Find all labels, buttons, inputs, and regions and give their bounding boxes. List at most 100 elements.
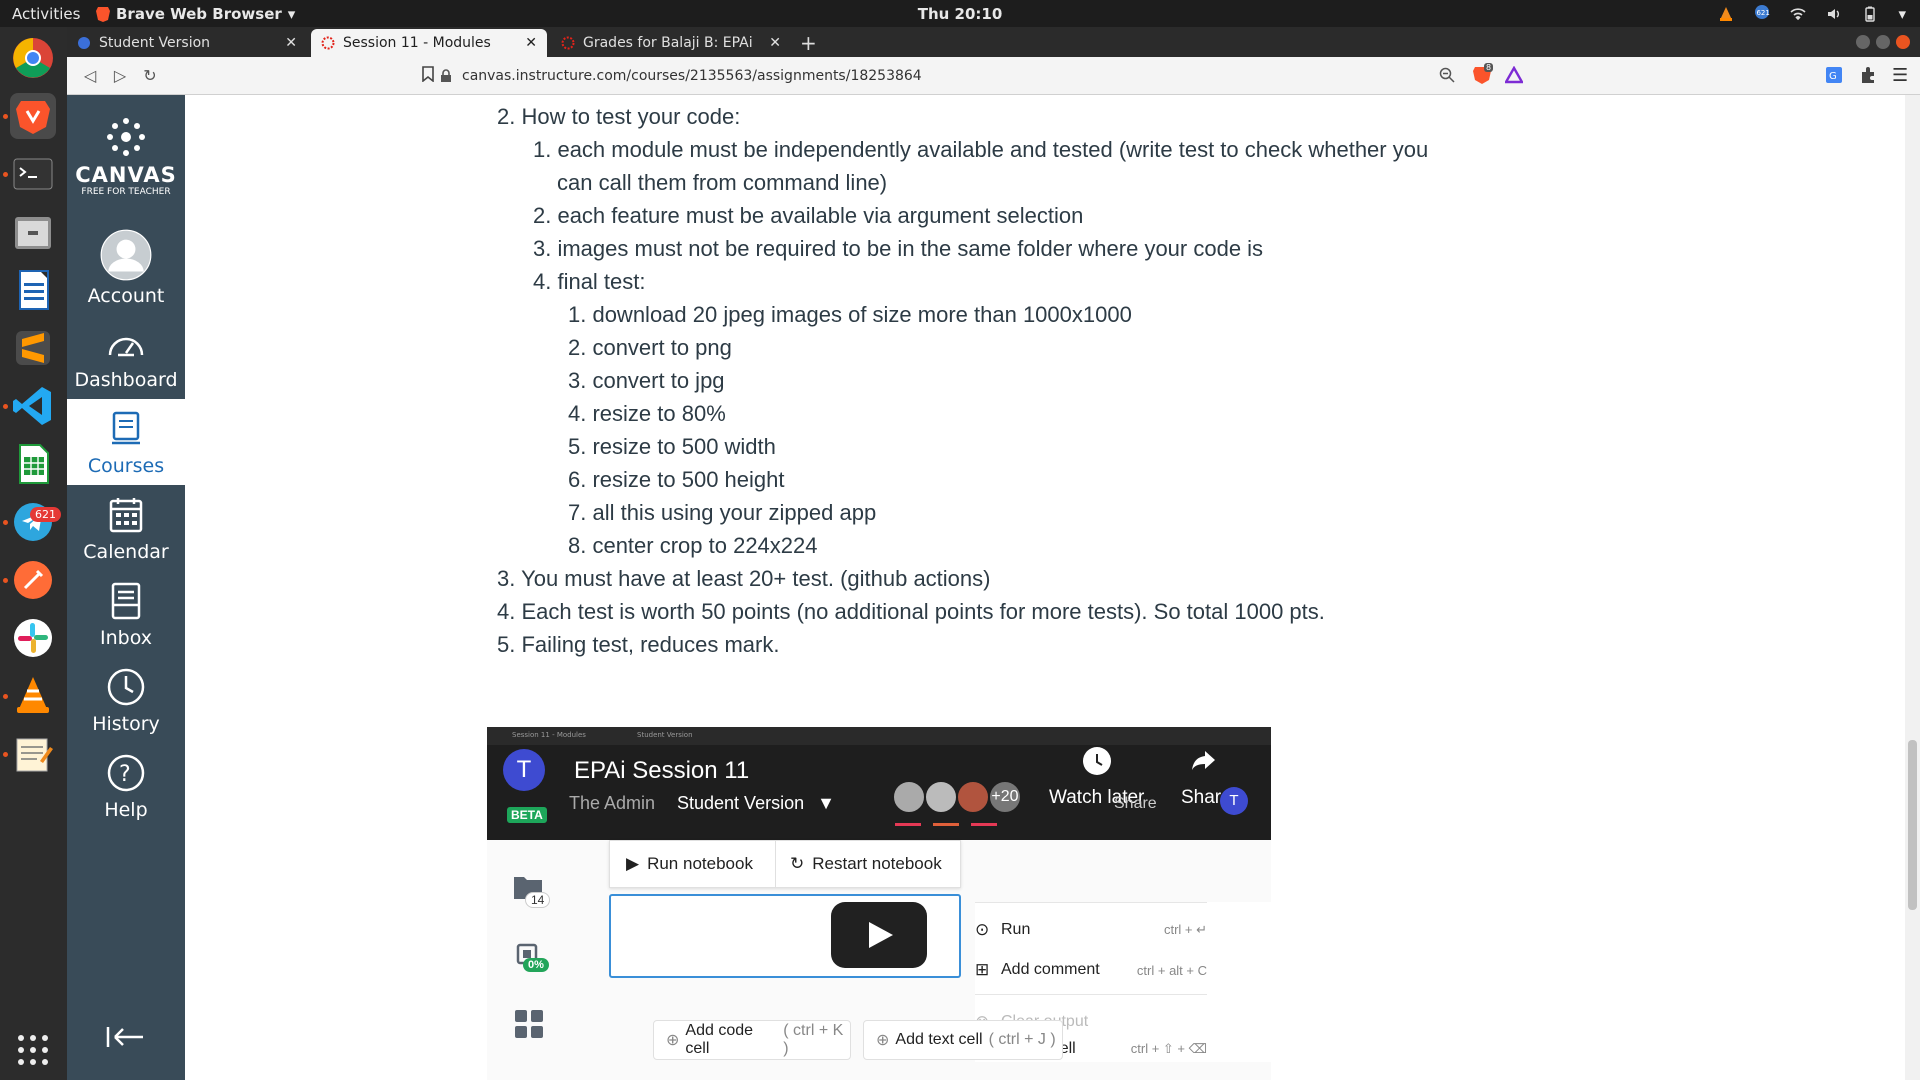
scrollbar-thumb[interactable] — [1908, 740, 1917, 910]
nav-inbox[interactable]: Inbox — [67, 571, 185, 657]
cpu-icon[interactable]: 0% — [513, 940, 549, 972]
notebook-toolbar: ▶ Run notebook ↻ Restart notebook — [609, 840, 961, 888]
mini-tab: Student Version — [637, 731, 693, 739]
nav-calendar[interactable]: Calendar — [67, 485, 185, 571]
more-collaborators: +20 — [988, 780, 1022, 814]
extensions-icon[interactable] — [1859, 66, 1877, 88]
bookmark-icon[interactable] — [422, 66, 434, 86]
add-comment-icon: ⊞ — [975, 960, 990, 979]
brave-badge-tray[interactable]: 621 — [1754, 4, 1770, 24]
tab-session-11-modules[interactable]: Session 11 - Modules ✕ — [311, 29, 547, 57]
show-applications-icon[interactable] — [10, 1027, 56, 1073]
apps-grid-icon[interactable] — [515, 1010, 543, 1042]
minimize-button[interactable] — [1856, 35, 1870, 49]
dock-running-dot — [3, 172, 8, 177]
nav-dashboard[interactable]: Dashboard — [67, 313, 185, 399]
slack-icon[interactable] — [10, 615, 56, 661]
nav-label: Courses — [87, 455, 165, 477]
reload-icon[interactable]: ↻ — [135, 66, 165, 85]
dock-running-dot — [3, 520, 8, 525]
brave-rewards-icon[interactable] — [1503, 65, 1525, 88]
text-editor-icon[interactable] — [10, 731, 56, 777]
files-icon[interactable] — [10, 209, 56, 255]
app-menu[interactable]: Brave Web Browser ▾ — [96, 5, 295, 23]
close-icon[interactable]: ✕ — [525, 35, 537, 51]
collapse-nav-icon[interactable] — [105, 1025, 145, 1053]
brave-shields-icon[interactable]: 8 — [1472, 63, 1494, 89]
vscode-icon[interactable] — [10, 383, 56, 429]
folder-icon[interactable]: 14 — [513, 874, 551, 908]
nav-label: Dashboard — [74, 369, 178, 391]
zoom-icon[interactable] — [1439, 67, 1455, 87]
close-icon[interactable]: ✕ — [285, 35, 297, 51]
nav-help[interactable]: ? Help — [67, 743, 185, 829]
canvas-logo[interactable]: CANVAS FREE FOR TEACHER — [67, 117, 185, 197]
share-overlay-label: Share — [1114, 795, 1157, 812]
translate-icon[interactable]: G — [1825, 66, 1843, 88]
nav-history[interactable]: History — [67, 657, 185, 743]
list-item: 3. convert to jpg — [568, 368, 725, 393]
vlc-tray-icon[interactable] — [1718, 6, 1734, 22]
battery-icon[interactable] — [1862, 6, 1878, 22]
list-item: 2. each feature must be available via ar… — [533, 203, 1084, 228]
run-notebook-button[interactable]: ▶ Run notebook — [610, 841, 776, 887]
menu-item-add-comment[interactable]: ⊞ Add comment ctrl + alt + C — [975, 954, 1207, 986]
nav-label: Inbox — [100, 627, 152, 649]
postman-icon[interactable] — [10, 557, 56, 603]
nav-account[interactable]: Account — [67, 221, 185, 313]
add-code-cell-button[interactable]: ⊕ Add code cell ( ctrl + K ) — [653, 1020, 851, 1060]
user-avatar[interactable]: T — [1220, 787, 1248, 815]
shields-count: 8 — [1484, 63, 1494, 72]
play-video-button[interactable] — [831, 902, 927, 968]
volume-icon[interactable] — [1826, 6, 1842, 22]
restart-notebook-button[interactable]: ↻ Restart notebook — [776, 841, 962, 887]
nav-label: History — [92, 713, 160, 735]
forward-icon[interactable]: ▷ — [105, 66, 135, 85]
nav-courses[interactable]: Courses — [67, 399, 185, 485]
brave-dock-icon[interactable] — [10, 93, 56, 139]
terminal-icon[interactable] — [10, 151, 56, 197]
telegram-badge: 621 — [30, 507, 61, 522]
page-scrollbar[interactable] — [1905, 95, 1920, 1080]
calc-icon[interactable] — [10, 441, 56, 487]
close-icon[interactable]: ✕ — [769, 35, 781, 51]
run-icon: ⊙ — [975, 920, 990, 939]
menu-shortcut: ctrl + alt + C — [1136, 962, 1207, 978]
activities-button[interactable]: Activities — [0, 5, 96, 23]
watch-later-icon[interactable] — [1083, 747, 1111, 775]
video-mini-browser: Session 11 - Modules Student Version — [487, 727, 1271, 745]
close-window-button[interactable] — [1896, 35, 1910, 49]
new-tab-button[interactable]: + — [800, 31, 817, 55]
chrome-icon[interactable] — [10, 35, 56, 81]
menu-item-run[interactable]: ⊙ Run ctrl + ↵ — [975, 914, 1207, 946]
tab-student-version[interactable]: Student Version ✕ — [67, 29, 307, 57]
menu-label: Add comment — [1001, 961, 1100, 978]
dock-running-dot — [3, 694, 8, 699]
address-bar[interactable]: canvas.instructure.com/courses/2135563/a… — [440, 63, 1490, 89]
tab-grades[interactable]: Grades for Balaji B: EPAi ✕ — [551, 29, 791, 57]
writer-icon[interactable] — [10, 267, 56, 313]
telegram-icon[interactable] — [10, 499, 56, 545]
menu-divider — [975, 994, 1207, 995]
indicator-bar — [933, 823, 959, 826]
embedded-video[interactable]: Session 11 - Modules Student Version T B… — [487, 727, 1271, 1080]
list-item: 1. each module must be independently ava… — [533, 137, 1429, 162]
clock[interactable]: Thu 20:10 — [918, 5, 1003, 23]
share-icon[interactable] — [1189, 745, 1219, 779]
avatar — [924, 780, 958, 814]
video-header: Session 11 - Modules Student Version T B… — [487, 727, 1271, 840]
maximize-button[interactable] — [1876, 35, 1890, 49]
lock-icon — [441, 69, 451, 82]
channel-avatar[interactable]: T — [503, 749, 545, 791]
add-text-cell-button[interactable]: ⊕ Add text cell ( ctrl + J ) — [863, 1020, 1063, 1060]
indicator-bar — [895, 823, 921, 826]
play-icon — [869, 922, 893, 948]
wifi-icon[interactable] — [1790, 6, 1807, 22]
version-dropdown[interactable]: Student Version ▼ — [677, 793, 835, 814]
video-title[interactable]: EPAi Session 11 — [574, 757, 749, 785]
menu-icon[interactable]: ☰ — [1892, 65, 1908, 86]
vlc-dock-icon[interactable] — [10, 673, 56, 719]
sublime-text-icon[interactable] — [10, 325, 56, 371]
chevron-down-icon[interactable]: ▾ — [1898, 5, 1906, 23]
back-icon[interactable]: ◁ — [75, 66, 105, 85]
